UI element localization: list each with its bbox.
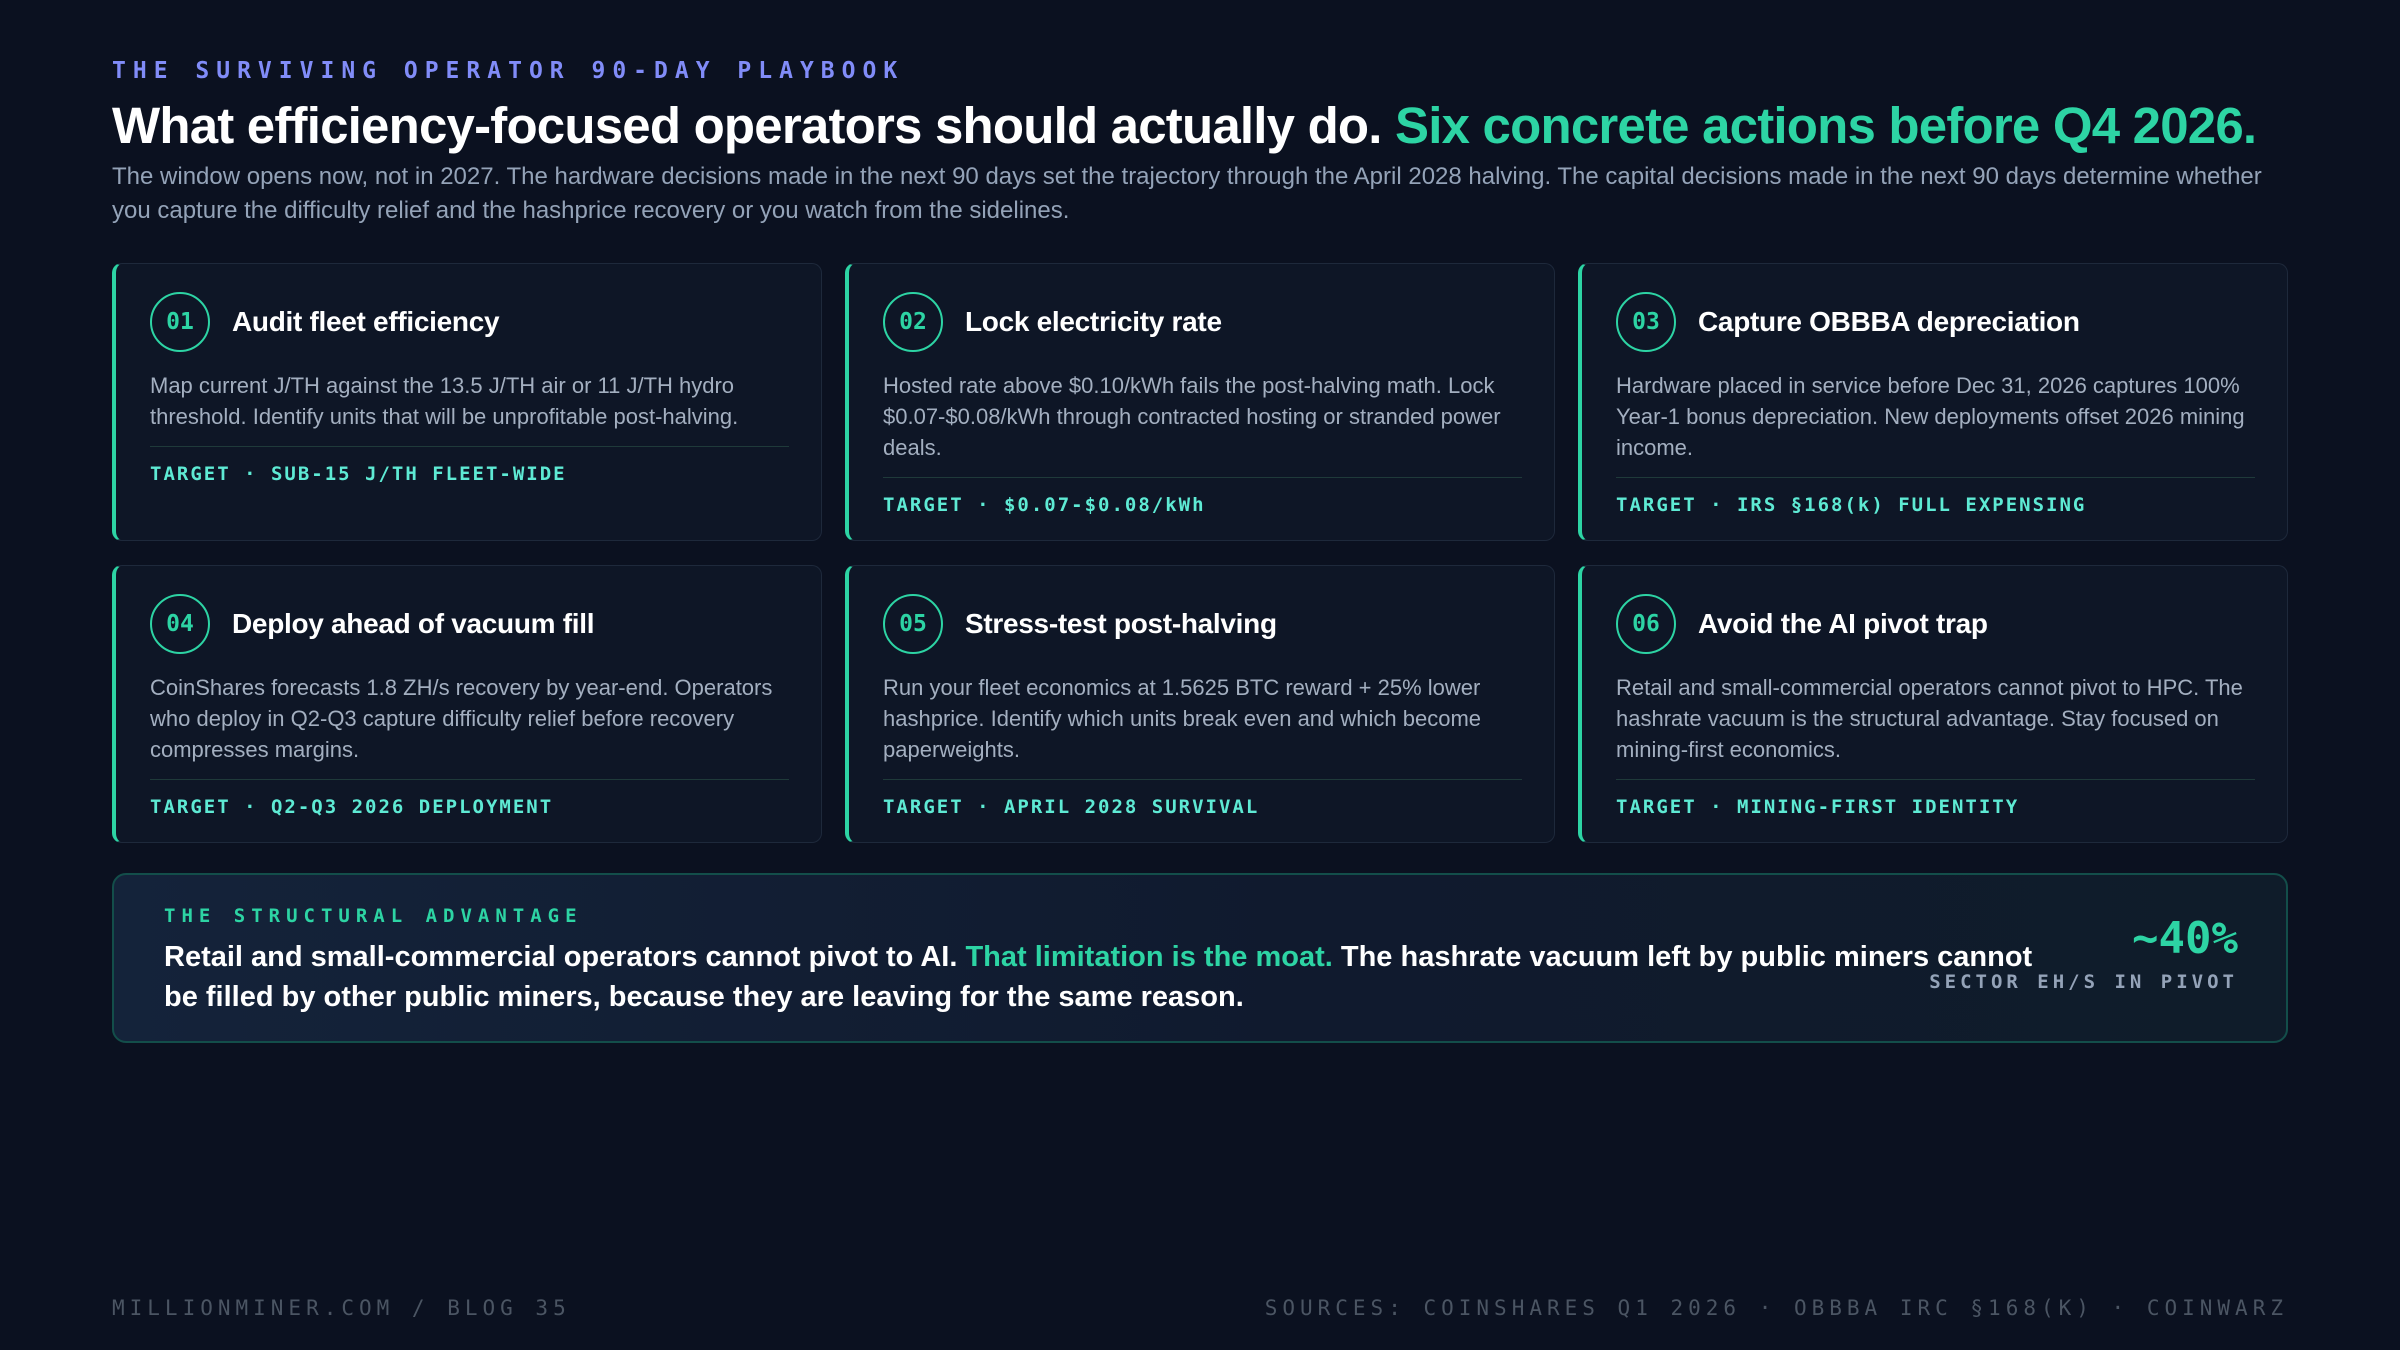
card-number-badge: 04 [150,594,210,654]
card-target: TARGET · SUB-15 J/TH FLEET-WIDE [150,463,567,485]
card-header: 03 Capture OBBBA depreciation [1616,290,2255,354]
card-target: TARGET · $0.07-$0.08/kWh [883,494,1206,516]
card-title: Avoid the AI pivot trap [1698,608,1988,639]
card-target: TARGET · APRIL 2028 SURVIVAL [883,796,1260,818]
callout-text: Retail and small-commercial operators ca… [164,937,2064,1017]
intro-paragraph: The window opens now, not in 2027. The h… [112,163,2262,224]
action-card-05: 05 Stress-test post-halving Run your fle… [845,565,1555,843]
action-card-01: 01 Audit fleet efficiency Map current J/… [112,263,822,541]
card-number-badge: 06 [1616,594,1676,654]
card-body: Run your fleet economics at 1.5625 BTC r… [883,672,1522,780]
action-cards-grid: 01 Audit fleet efficiency Map current J/… [112,263,2288,843]
card-body: Hosted rate above $0.10/kWh fails the po… [883,370,1522,478]
card-number-badge: 01 [150,292,210,352]
action-card-06: 06 Avoid the AI pivot trap Retail and sm… [1578,565,2288,843]
page-title: What efficiency-focused operators should… [112,96,2312,155]
action-card-03: 03 Capture OBBBA depreciation Hardware p… [1578,263,2288,541]
card-body: Map current J/TH against the 13.5 J/TH a… [150,370,789,447]
card-title: Stress-test post-halving [965,608,1277,639]
footer-site: MILLIONMINER.COM / BLOG 35 [112,1296,571,1320]
card-target: TARGET · MINING-FIRST IDENTITY [1616,796,2020,818]
action-card-04: 04 Deploy ahead of vacuum fill CoinShare… [112,565,822,843]
card-number-badge: 05 [883,594,943,654]
card-number-badge: 03 [1616,292,1676,352]
eyebrow-label: THE SURVIVING OPERATOR 90-DAY PLAYBOOK [112,58,905,84]
action-card-02: 02 Lock electricity rate Hosted rate abo… [845,263,1555,541]
callout-text-accent: That limitation is the moat. [965,941,1333,973]
card-header: 02 Lock electricity rate [883,290,1522,354]
structural-advantage-callout: THE STRUCTURAL ADVANTAGE Retail and smal… [112,873,2288,1043]
stat-label: SECTOR EH/S IN PIVOT [1929,971,2238,993]
card-number-badge: 02 [883,292,943,352]
headline-accent: Six concrete actions before Q4 2026. [1395,97,2257,154]
card-title: Capture OBBBA depreciation [1698,306,2080,337]
card-body: Hardware placed in service before Dec 31… [1616,370,2255,478]
card-body: Retail and small-commercial operators ca… [1616,672,2255,780]
card-target: TARGET · IRS §168(k) FULL EXPENSING [1616,494,2087,516]
headline-main: What efficiency-focused operators should… [112,97,1382,154]
card-body: CoinShares forecasts 1.8 ZH/s recovery b… [150,672,789,780]
card-target: TARGET · Q2-Q3 2026 DEPLOYMENT [150,796,554,818]
card-title: Deploy ahead of vacuum fill [232,608,595,639]
callout-text-before: Retail and small-commercial operators ca… [164,941,958,973]
card-title: Lock electricity rate [965,306,1222,337]
card-header: 05 Stress-test post-halving [883,592,1522,656]
card-title: Audit fleet efficiency [232,306,500,337]
pivot-stat: ~40% SECTOR EH/S IN PIVOT [1929,913,2238,994]
callout-label: THE STRUCTURAL ADVANTAGE [164,905,583,927]
card-header: 04 Deploy ahead of vacuum fill [150,592,789,656]
card-header: 01 Audit fleet efficiency [150,290,789,354]
card-header: 06 Avoid the AI pivot trap [1616,592,2255,656]
footer-sources: SOURCES: COINSHARES Q1 2026 · OBBBA IRC … [1264,1296,2288,1320]
stat-value: ~40% [2132,913,2238,964]
